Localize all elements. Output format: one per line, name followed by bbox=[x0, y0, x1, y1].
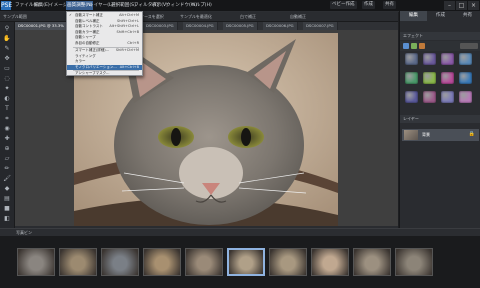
baby-create-button[interactable]: ベビー作成 bbox=[330, 1, 357, 9]
options-bar: サンプル範囲 ソースを選択 サンプルを最適化 白で補正 自動補正 bbox=[0, 12, 398, 22]
marquee-tool-icon[interactable]: ▭ bbox=[2, 64, 12, 73]
effects-toolbar bbox=[400, 41, 480, 51]
right-panel: 編集 作成 共有 エフェクト レイヤー 背景 🔒 bbox=[399, 11, 480, 228]
create-button[interactable]: 作成 bbox=[362, 1, 375, 9]
sample-range-option[interactable]: サンプル範囲 bbox=[3, 13, 27, 20]
maximize-button[interactable]: □ bbox=[456, 1, 467, 10]
bin-thumbnail[interactable] bbox=[269, 248, 307, 276]
shape-tool-icon[interactable]: ■ bbox=[2, 204, 12, 213]
effect-swatch[interactable] bbox=[423, 53, 436, 65]
eyedropper-tool-icon[interactable]: ✎ bbox=[2, 44, 12, 53]
effect-swatch[interactable] bbox=[423, 72, 436, 84]
effect-swatch[interactable] bbox=[405, 72, 418, 84]
effect-swatch[interactable] bbox=[459, 72, 472, 84]
source-option[interactable]: ソースを選択 bbox=[140, 13, 164, 20]
minimize-button[interactable]: – bbox=[444, 1, 455, 10]
effect-swatch[interactable] bbox=[459, 53, 472, 65]
pencil-tool-icon[interactable]: ✏ bbox=[2, 164, 12, 173]
bin-thumbnail[interactable] bbox=[227, 248, 265, 276]
selection-brush-icon[interactable]: ◐ bbox=[2, 94, 12, 103]
paint-bucket-icon[interactable]: ◆ bbox=[2, 184, 12, 193]
layer-row-background[interactable]: 背景 🔒 bbox=[402, 129, 479, 141]
clone-stamp-icon[interactable]: ⊕ bbox=[2, 144, 12, 153]
enhance-menu-dropdown: ✓ 自動スマート補正 Alt+Ctrl+M 自動レベル補正 Shift+Ctrl+L … bbox=[66, 11, 143, 76]
bin-thumbnail[interactable] bbox=[143, 248, 181, 276]
effects-panel-header: エフェクト bbox=[400, 32, 480, 40]
layer-styles-icon[interactable] bbox=[411, 43, 417, 49]
bin-thumbnail[interactable] bbox=[353, 248, 391, 276]
doc-tab-7[interactable]: DSC00007.JPG bbox=[303, 22, 338, 30]
app-logo: PSE bbox=[1, 1, 13, 10]
bin-thumbnail[interactable] bbox=[185, 248, 223, 276]
magic-wand-tool-icon[interactable]: ✦ bbox=[2, 84, 12, 93]
tab-edit[interactable]: 編集 bbox=[400, 11, 427, 21]
layers-panel-header: レイヤー bbox=[400, 115, 480, 123]
healing-brush-icon[interactable]: ✚ bbox=[2, 134, 12, 143]
move-tool-icon[interactable]: ✥ bbox=[2, 54, 12, 63]
gradient-tool-icon[interactable]: ▤ bbox=[2, 194, 12, 203]
doc-tab-6[interactable]: DSC00006.JPG bbox=[263, 22, 298, 30]
lasso-tool-icon[interactable]: ◌ bbox=[2, 74, 12, 83]
effect-swatch[interactable] bbox=[459, 91, 472, 103]
auto-option[interactable]: 自動補正 bbox=[290, 13, 306, 20]
eraser-tool-icon[interactable]: ▱ bbox=[2, 154, 12, 163]
zoom-tool-icon[interactable]: ⚲ bbox=[2, 24, 12, 33]
text-tool-icon[interactable]: T bbox=[2, 104, 12, 113]
effects-swatch-grid bbox=[405, 53, 477, 111]
close-button[interactable]: × bbox=[468, 1, 479, 10]
red-eye-tool-icon[interactable]: ◉ bbox=[2, 124, 12, 133]
bin-thumbnail[interactable] bbox=[311, 248, 349, 276]
bin-thumbnail[interactable] bbox=[59, 248, 97, 276]
effect-swatch[interactable] bbox=[405, 53, 418, 65]
bin-thumbnail[interactable] bbox=[17, 248, 55, 276]
photo-bin bbox=[0, 236, 480, 288]
doc-tab-5[interactable]: DSC00005.JPG bbox=[223, 22, 258, 30]
photo-effects-icon[interactable] bbox=[419, 43, 425, 49]
effect-swatch[interactable] bbox=[441, 53, 454, 65]
filters-icon[interactable] bbox=[403, 43, 409, 49]
effect-swatch[interactable] bbox=[441, 72, 454, 84]
white-option[interactable]: 白で補正 bbox=[240, 13, 256, 20]
brush-tool-icon[interactable]: 🖌 bbox=[2, 174, 12, 183]
optimize-option[interactable]: サンプルを最適化 bbox=[180, 13, 212, 20]
effect-swatch[interactable] bbox=[405, 91, 418, 103]
window-controls: – □ × bbox=[444, 0, 479, 10]
menu-item-unsharp-mask[interactable]: アンシャープマスク... bbox=[67, 71, 142, 75]
doc-tab-1[interactable]: DSC00001.JPG @ 33.3% bbox=[15, 22, 68, 30]
color-swatches-icon[interactable]: ◧ bbox=[2, 214, 12, 223]
tab-create[interactable]: 作成 bbox=[427, 11, 454, 21]
layer-name: 背景 bbox=[422, 132, 430, 137]
menu-help[interactable]: ヘルプ(H) bbox=[190, 1, 213, 10]
menu-item-auto-red-eye[interactable]: 赤目の自動修正 Ctrl+R bbox=[67, 41, 142, 46]
lock-icon: 🔒 bbox=[468, 131, 475, 137]
menu-item-bw-variations[interactable]: モノクロバリエーション... Alt+Ctrl+B bbox=[67, 64, 142, 70]
toolbox: ⚲ ✋ ✎ ✥ ▭ ◌ ✦ ◐ T ⌗ ◉ ✚ ⊕ ▱ ✏ 🖌 ◆ ▤ ■ ◧ bbox=[0, 22, 15, 228]
share-button[interactable]: 共有 bbox=[383, 1, 396, 9]
effects-category-select[interactable] bbox=[460, 43, 478, 49]
bin-thumbnail[interactable] bbox=[101, 248, 139, 276]
doc-tab-4[interactable]: DSC00004.JPG bbox=[183, 22, 218, 30]
crop-tool-icon[interactable]: ⌗ bbox=[2, 114, 12, 123]
tab-share[interactable]: 共有 bbox=[454, 11, 480, 21]
layer-thumbnail bbox=[404, 130, 418, 140]
hand-tool-icon[interactable]: ✋ bbox=[2, 34, 12, 43]
doc-tab-3[interactable]: DSC00003.JPG bbox=[143, 22, 178, 30]
effect-swatch[interactable] bbox=[441, 91, 454, 103]
bin-thumbnail[interactable] bbox=[395, 248, 433, 276]
effect-swatch[interactable] bbox=[423, 91, 436, 103]
